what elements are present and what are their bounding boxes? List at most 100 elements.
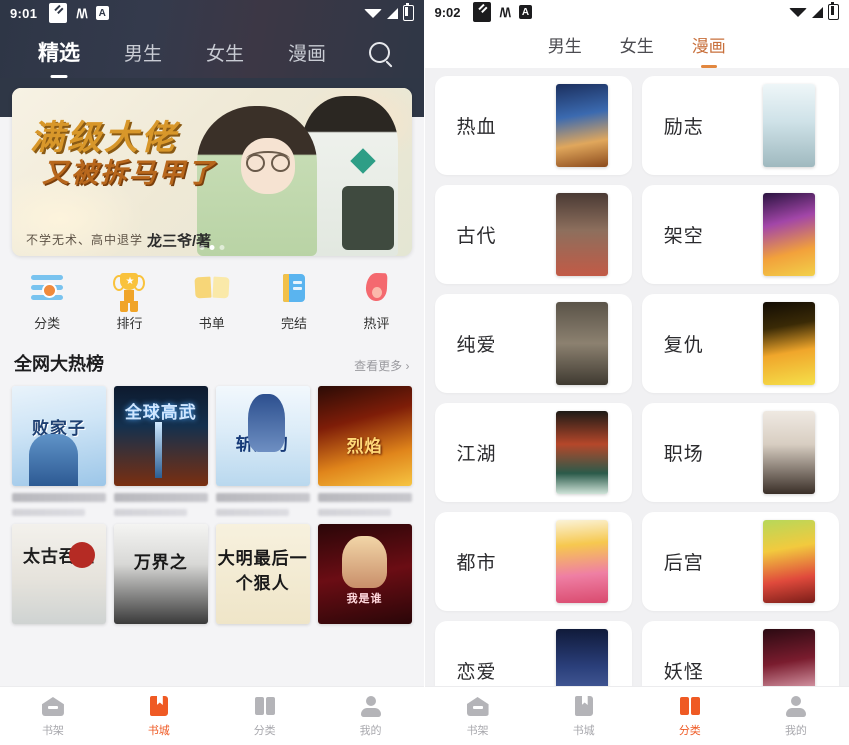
book-card[interactable]: 大明最后一个狠人 [215,524,310,624]
book-grid: 败家子 全球高武 斩天刃 烈焰 太古吞噬 万界之 大明最后一个狠人 我是谁 [0,386,424,624]
book-cover-title: 败家子 [31,419,86,438]
tab-jingxuan[interactable]: 精选 [16,37,102,67]
nav-label: 分类 [678,725,701,738]
booklist-icon [194,270,230,306]
tab-label: 女生 [206,43,245,65]
banner-dot[interactable] [219,245,225,250]
banner-dot-active[interactable] [209,245,215,250]
category-label: 架空 [663,226,704,248]
quick-action-booklist[interactable]: 书单 [171,270,253,332]
category-thumbnail [555,193,608,277]
book-subtitle-blurred [12,509,86,516]
tab-manhua[interactable]: 漫画 [266,39,348,66]
section-header: 全网大热榜 查看更多 › [0,344,424,386]
book-subtitle-blurred [317,509,391,516]
category-thumbnail [555,520,608,604]
category-card-lizhi[interactable]: 励志 [641,76,839,176]
nav-label: 书架 [466,725,489,738]
book-cover[interactable]: 斩天刃 [215,386,310,486]
book-card[interactable]: 太古吞噬 [12,524,106,624]
book-cover[interactable]: 太古吞噬 [12,524,106,624]
status-time: 9:02 [434,4,461,20]
book-card[interactable]: 万界之 [113,524,208,624]
store-icon [147,694,171,718]
note-icon [472,2,491,23]
tab-label: 男生 [547,37,582,57]
nav-item-profile[interactable]: 我的 [743,694,849,738]
nav-item-category[interactable]: 分类 [637,694,743,738]
wifi-icon [363,8,382,18]
category-card-jianghu[interactable]: 江湖 [434,403,632,503]
quick-action-ranking[interactable]: ★ 排行 [88,270,170,332]
quick-action-completed[interactable]: 完结 [253,270,335,332]
category-label: 职场 [663,444,704,466]
book-title-blurred [317,493,412,502]
messenger-icon: /\/\ [499,4,511,20]
banner-dot[interactable] [199,245,205,250]
search-button[interactable] [366,38,394,66]
right-phone-screen: 9:02 /\/\ A 男生 女生 漫画 热血 励志 古代 架空 纯爱 复仇 江… [423,0,849,745]
category-card-gudai[interactable]: 古代 [434,185,632,285]
left-status-bar: 9:01 /\/\ A [0,0,424,26]
tab-nvsheng[interactable]: 女生 [620,32,654,60]
category-card-fuchou[interactable]: 复仇 [641,294,839,394]
category-card-yaoguai[interactable]: 妖怪 [641,621,839,687]
book-cover[interactable]: 全球高武 [113,386,208,486]
tab-nansheng[interactable]: 男生 [102,39,184,66]
nav-label: 书城 [572,725,595,738]
tab-nvsheng[interactable]: 女生 [184,39,266,66]
nav-item-profile[interactable]: 我的 [318,694,424,738]
category-label: 后宫 [663,553,704,575]
banner-title-line2: 又被拆马甲了 [42,158,216,188]
category-label: 复仇 [663,335,704,357]
tab-manhua[interactable]: 漫画 [692,32,726,60]
book-cover[interactable]: 我是谁 [317,524,412,624]
book-card[interactable]: 烈焰 [317,386,412,516]
category-card-chunai[interactable]: 纯爱 [434,294,632,394]
tab-nansheng[interactable]: 男生 [548,32,582,60]
quick-action-category[interactable]: 分类 [6,270,88,332]
nav-item-shelf[interactable]: 书架 [0,694,106,738]
status-left-icons: /\/\ A [49,3,109,23]
category-card-rexue[interactable]: 热血 [434,76,632,176]
nav-item-store[interactable]: 书城 [106,694,212,738]
book-cover-title: 我是谁 [346,593,383,605]
app-a-icon: A [95,6,109,20]
right-status-bar: 9:02 /\/\ A [424,0,849,25]
book-cover[interactable]: 万界之 [113,524,208,624]
book-card[interactable]: 斩天刃 [215,386,310,516]
banner-dots-indicator[interactable] [199,245,225,250]
wifi-icon [789,7,807,17]
category-card-lianai[interactable]: 恋爱 [434,621,632,687]
category-card-jiakong[interactable]: 架空 [641,185,839,285]
category-label: 励志 [663,117,704,139]
banner-slide[interactable]: 满级大佬 又被拆马甲了 不学无术、高中退学 龙三爷/著 [12,88,412,256]
category-card-dushi[interactable]: 都市 [434,512,632,612]
book-card[interactable]: 我是谁 [317,524,412,624]
category-card-hougong[interactable]: 后宫 [641,512,839,612]
tab-label: 男生 [124,43,163,65]
tab-label: 漫画 [691,37,726,57]
category-label: 古代 [456,226,497,248]
category-label: 热血 [456,117,497,139]
banner-carousel[interactable]: 满级大佬 又被拆马甲了 不学无术、高中退学 龙三爷/著 [0,78,424,256]
shelf-icon [41,694,65,718]
book-cover-title: 烈焰 [346,437,383,456]
nav-item-category[interactable]: 分类 [212,694,318,738]
view-more-link[interactable]: 查看更多 › [354,357,409,374]
book-card[interactable]: 全球高武 [113,386,208,516]
quick-action-hot-review[interactable]: 热评 [335,270,417,332]
book-cover[interactable]: 大明最后一个狠人 [215,524,310,624]
nav-item-store[interactable]: 书城 [531,694,637,738]
category-thumbnail [763,520,815,604]
book-cover[interactable]: 烈焰 [317,386,412,486]
category-list-scroll[interactable]: 热血 励志 古代 架空 纯爱 复仇 江湖 职场 都市 后宫 恋爱 妖怪 [424,68,849,687]
book-card[interactable]: 败家子 [12,386,106,516]
book-cover-title: 大明最后一个狠人 [217,549,308,593]
book-cover-title: 全球高武 [124,403,197,422]
note-icon [49,3,68,23]
nav-item-shelf[interactable]: 书架 [425,694,531,738]
book-cover[interactable]: 败家子 [12,386,106,486]
category-card-zhichang[interactable]: 职场 [641,403,839,503]
page-title: 全网大热榜 [14,354,104,374]
